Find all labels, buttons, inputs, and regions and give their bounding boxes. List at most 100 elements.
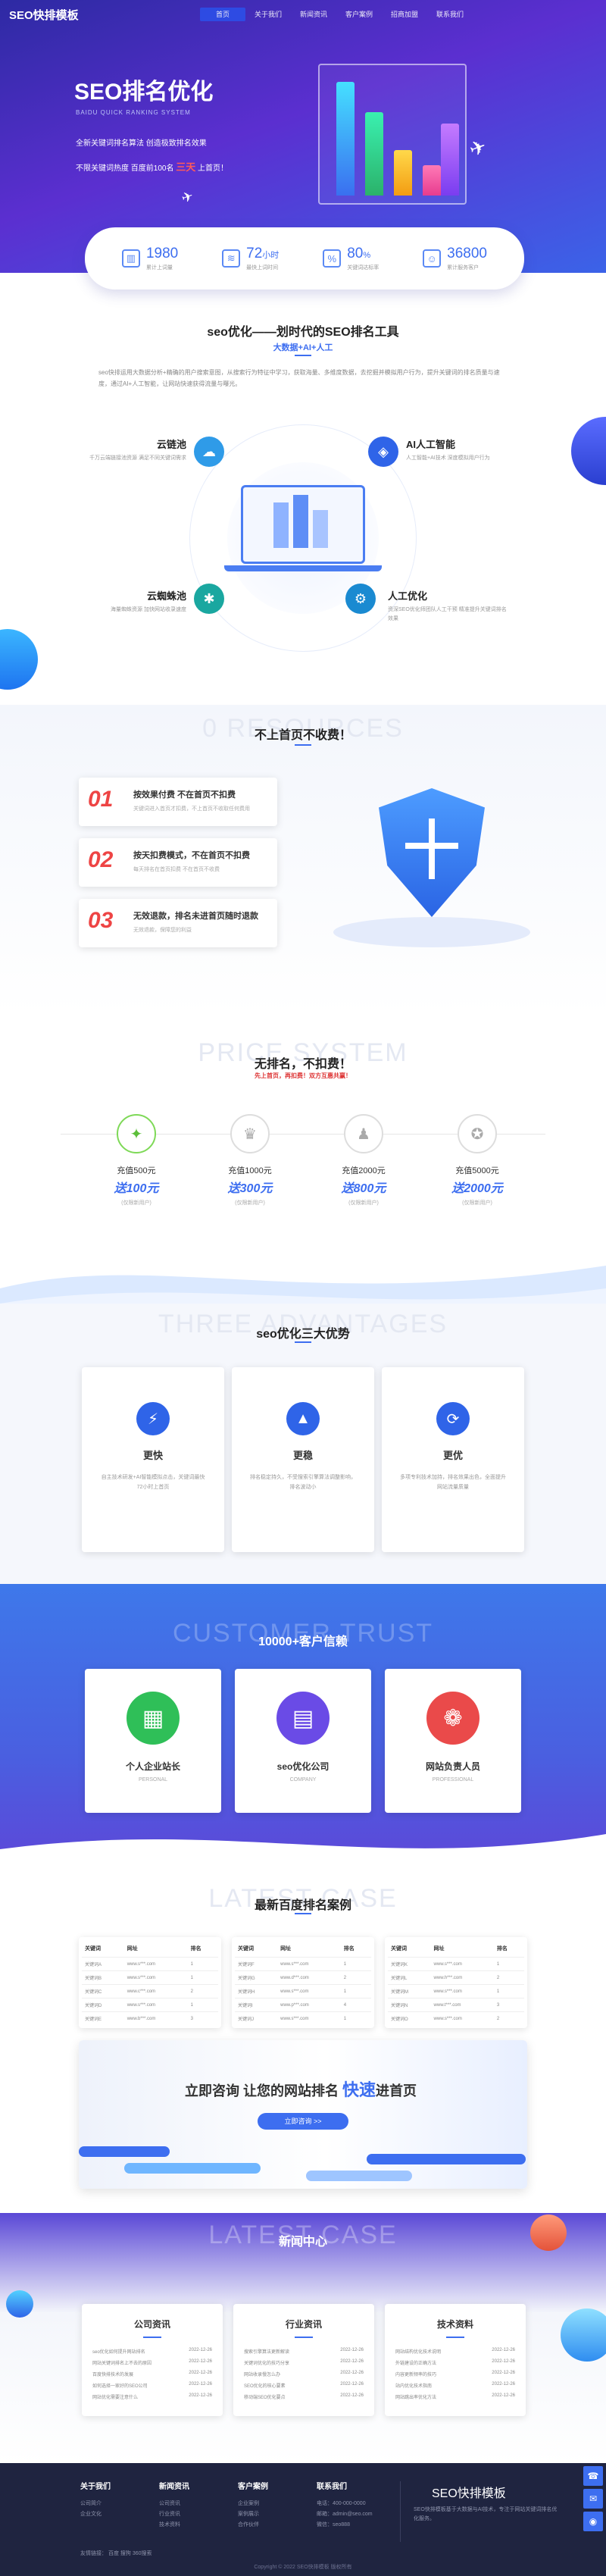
nav-news[interactable]: 新闻资讯 (291, 8, 336, 21)
advantage-card: ▲ 更稳 排名稳定持久，不受搜索引擎算法调整影响，排名波动小 (232, 1367, 374, 1552)
table-cell: 2 (187, 1984, 218, 1999)
paper-plane-icon: ✈ (466, 134, 490, 161)
person-icon: ♟ (344, 1114, 383, 1153)
phone-icon[interactable]: ☎ (583, 2466, 603, 2486)
table-row: 关键词K www.s***.com 1 (388, 1957, 524, 1971)
ranking-table: 关键词 网址 排名 关键词A www.s***.com 1 关键词B www.s***.co… (79, 1937, 221, 2028)
notop-title: 不上首页不收费！ (254, 729, 351, 742)
table-row: 关键词J www.s***.com 1 (235, 2011, 371, 2025)
stats-bar: ▥ 1980 累计上词量 ≋ 72小时 最快上词时间 % 80% 关键词达标率 ☺ 36800… (85, 227, 524, 290)
news-item[interactable]: 网站优化需要注意什么 2022-12-26 (82, 2391, 223, 2402)
table-cell: www.d***.com (277, 1970, 341, 1985)
news-item[interactable]: 网站关键词排名上不去的原因 2022-12-26 (82, 2357, 223, 2368)
intro-tag: 大数据+AI+人工 (273, 343, 333, 352)
stack-icon: ≋ (222, 249, 241, 268)
table-cell: 关键词M (388, 1984, 431, 1999)
banner-text: 立即咨询 让您的网站排名 快速进首页 (185, 2080, 417, 2099)
paper-plane-icon: ✈ (179, 188, 195, 207)
news-item[interactable]: 移动端SEO优化要点 2022-12-26 (233, 2391, 374, 2402)
news-item[interactable]: 百度快排技术的发展 2022-12-26 (82, 2368, 223, 2380)
table-row: 关键词E www.b***.com 3 (82, 2011, 218, 2025)
hero-bar-chart-illustration (318, 64, 467, 205)
price-plan-5000[interactable]: ✪ 充值5000元 送2000元 (仅限新用户) (424, 1114, 530, 1207)
qq-icon[interactable]: ✉ (583, 2489, 603, 2509)
news-item[interactable]: 内容更新频率的技巧 2022-12-26 (385, 2368, 526, 2380)
table-cell: www.s***.com (430, 2011, 494, 2025)
building-icon: ▦ (127, 1692, 180, 1745)
list-item: 02 按天扣费模式，不在首页不扣费 每天排名在首页扣费 不在首页不收费 (79, 838, 277, 887)
gear-icon: ⚙ (345, 584, 376, 614)
nav-cases[interactable]: 客户案例 (336, 8, 382, 21)
no-top-no-fee-section: 0 RESOURCES 不上首页不收费！ 01 按效果付费 不在首页不扣费 关键词进… (0, 705, 606, 1016)
news-section: LATEST CASE 新闻中心 公司资讯 seo优化如何提升网站排名 2022-1… (0, 2213, 606, 2463)
cases-section: LATEST CASE 最新百度排名案例 关键词 网址 排名 关键词A www.s**… (0, 1864, 606, 2213)
news-item[interactable]: 网站跳出率优化方法 2022-12-26 (385, 2391, 526, 2402)
table-row: 关键词H www.s***.com 1 (235, 1984, 371, 1999)
intro-paragraph: seo快排运用大数据分析+精确的用户搜索意图，从搜索行为特征中学习，获取海量、多… (98, 369, 500, 387)
footer: 关于我们 公司简介 企业文化 新闻资讯 公司资讯 行业资讯 技术资料 客户案例 企业案例 案例… (0, 2463, 606, 2576)
lightning-icon: ⚡ (136, 1402, 170, 1435)
table-row: 关键词L www.h***.com 2 (388, 1970, 524, 1985)
stat-item: % 80% 关键词达标率 (323, 246, 379, 271)
feature-cloud-link-pool: 云链池 千万云端链接池资源 满足不同关键词需求 (89, 439, 186, 461)
table-cell: 1 (187, 1998, 218, 2012)
intro-title: seo优化——划时代的SEO排名工具 (207, 326, 399, 339)
table-cell: www.s***.com (123, 1957, 188, 1971)
bar-chart-icon: ▥ (121, 249, 140, 268)
news-item[interactable]: 关键词优化的技巧分享 2022-12-26 (233, 2357, 374, 2368)
refresh-icon: ⟳ (436, 1402, 470, 1435)
table-cell: 1 (493, 1984, 524, 1999)
lightbulb-icon: ✦ (117, 1114, 156, 1153)
table-cell: 关键词I (235, 1998, 278, 2012)
news-item[interactable]: 搜索引擎算法更新解读 2022-12-26 (233, 2346, 374, 2357)
table-cell: 2 (493, 1970, 524, 1985)
nav-about[interactable]: 关于我们 (245, 8, 291, 21)
wechat-icon[interactable]: ◉ (583, 2512, 603, 2531)
hero-line-1: 全新关键词排名算法 创造极致排名效果 (76, 139, 207, 148)
nav-home[interactable]: 首页 (200, 8, 245, 21)
table-cell: www.s***.com (430, 1984, 494, 1999)
table-cell: 1 (187, 1957, 218, 1971)
consult-now-button[interactable]: 立即咨询 >> (258, 2113, 348, 2130)
table-cell: 1 (187, 1970, 218, 1985)
nav-join[interactable]: 招商加盟 (382, 8, 427, 21)
news-item[interactable]: 站内优化技术指南 2022-12-26 (385, 2380, 526, 2391)
price-plan-1000[interactable]: ♛ 充值1000元 送300元 (仅限新用户) (197, 1114, 303, 1207)
table-row: 关键词O www.s***.com 2 (388, 2011, 524, 2025)
table-cell: 关键词H (235, 1984, 278, 1999)
footer-col-cases: 客户案例 企业案例 案例展示 合作伙伴 (238, 2483, 268, 2527)
table-cell: 关键词E (82, 2011, 124, 2025)
news-item[interactable]: 网站结构优化技术说明 2022-12-26 (385, 2346, 526, 2357)
users-icon: ☺ (423, 249, 442, 268)
table-row: 关键词F www.s***.com 1 (235, 1957, 371, 1971)
advantage-card: ⚡ 更快 自主技术研发+AI智能模拟点击，关键词最快72小时上首页 (82, 1367, 224, 1552)
list-item: 03 无效退款，排名未进首页随时退款 无效退款，保障您的利益 (79, 899, 277, 947)
price-section: PRICE SYSTEM 无排名，不扣费！ 先上首页，再扣费！双方互惠共赢！ ✦… (0, 1016, 606, 1319)
table-cell: www.s***.com (277, 1984, 341, 1999)
ai-chip-icon: ◈ (368, 437, 398, 467)
price-plan-500[interactable]: ✦ 充值500元 送100元 (仅限新用户) (83, 1114, 189, 1207)
price-plan-2000[interactable]: ♟ 充值2000元 送800元 (仅限新用户) (311, 1114, 417, 1207)
site-logo[interactable]: SEO快排模板 (9, 7, 79, 23)
news-item[interactable]: 外链建设的正确方法 2022-12-26 (385, 2357, 526, 2368)
news-item[interactable]: seo优化如何提升网站排名 2022-12-26 (82, 2346, 223, 2357)
news-item[interactable]: SEO优化的核心要素 2022-12-26 (233, 2380, 374, 2391)
cases-title: 最新百度排名案例 (254, 1899, 351, 1912)
intro-section: seo优化——划时代的SEO排名工具 大数据+AI+人工 seo快排运用大数据分… (0, 296, 606, 705)
news-column: 公司资讯 seo优化如何提升网站排名 2022-12-26 网站关键词排名上不去的原因… (82, 2304, 223, 2416)
table-cell: www.c***.com (123, 1984, 188, 1999)
nav-contact[interactable]: 联系我们 (427, 8, 473, 21)
trust-card: ▦ 个人企业站长 PERSONAL (85, 1669, 221, 1813)
advantages-section: THREE ADVANTAGES seo优化三大优势 ⚡ 更快 自主技术研发+AI智… (0, 1304, 606, 1584)
friend-links[interactable]: 友情链接： 百度 搜狗 360搜索 (80, 2549, 152, 2557)
news-title: 新闻中心 (278, 2236, 327, 2249)
medal-icon: ✪ (458, 1114, 497, 1153)
news-item[interactable]: 网站收录慢怎么办 2022-12-26 (233, 2368, 374, 2380)
hero-subtitle: BAIDU QUICK RANKING SYSTEM (76, 109, 191, 116)
table-cell: 关键词A (82, 1957, 124, 1971)
table-cell: www.p***.com (277, 1998, 341, 2012)
trust-title: 10000+客户信赖 (258, 1635, 348, 1648)
trust-card: ❁ 网站负责人员 PROFESSIONAL (385, 1669, 521, 1813)
table-cell: 1 (340, 1957, 371, 1971)
news-item[interactable]: 如何选择一家好的SEO公司 2022-12-26 (82, 2380, 223, 2391)
